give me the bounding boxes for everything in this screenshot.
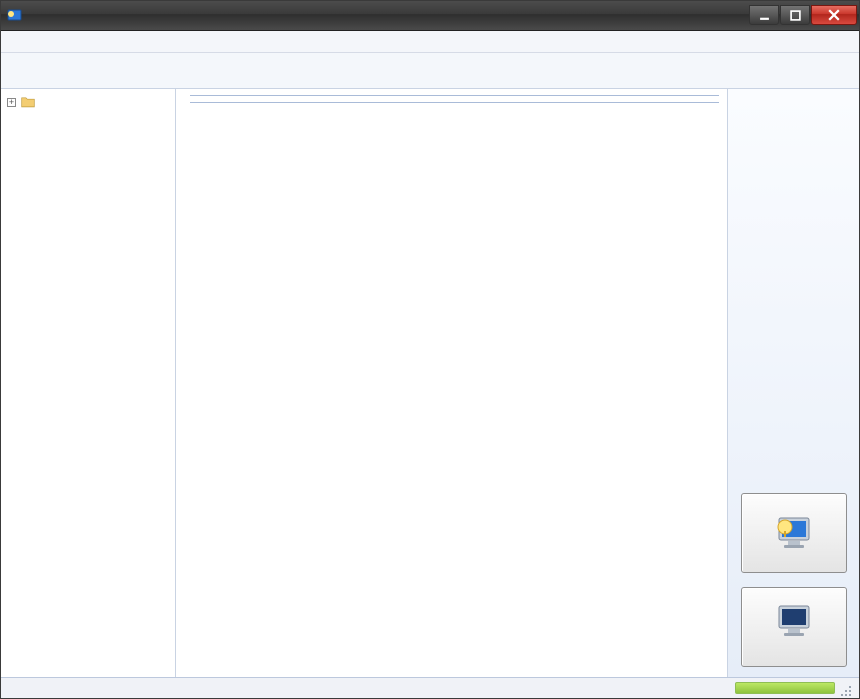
group-online-header: [178, 91, 725, 98]
tree-root[interactable]: +: [7, 93, 169, 111]
menubar: [1, 31, 859, 53]
resize-grip-icon[interactable]: [839, 684, 853, 698]
maximize-button[interactable]: [780, 5, 810, 25]
emergency-shutdown-button[interactable]: [741, 587, 847, 667]
divider: [190, 102, 719, 103]
statusbar: [1, 678, 859, 698]
host-list[interactable]: [176, 89, 727, 677]
start-all-button[interactable]: [741, 493, 847, 573]
divider: [190, 95, 719, 96]
app-icon: [7, 8, 23, 24]
titlebar: [1, 1, 859, 31]
expand-icon[interactable]: +: [7, 98, 16, 107]
sidebar: +: [1, 89, 176, 677]
side-panel: [727, 89, 859, 677]
close-button[interactable]: [811, 5, 857, 25]
folder-icon: [20, 95, 36, 109]
toolbar: [1, 53, 859, 89]
monitor-on-icon: [773, 513, 815, 549]
minimize-button[interactable]: [749, 5, 779, 25]
progress-bar: [735, 682, 835, 694]
monitor-off-icon: [773, 601, 815, 637]
group-offline-header: [178, 98, 725, 105]
app-window: +: [0, 0, 860, 699]
